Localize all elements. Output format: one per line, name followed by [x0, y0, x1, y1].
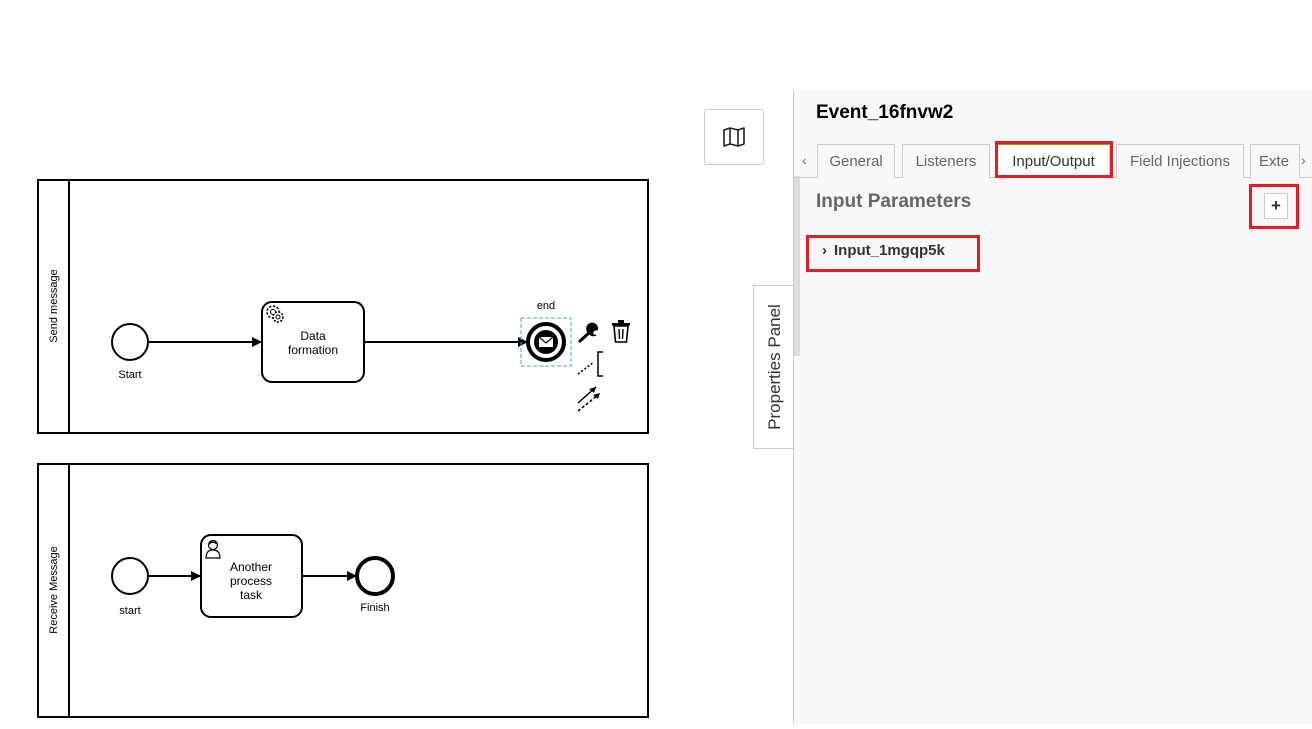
task-label-line: Data [300, 329, 326, 343]
envelope-icon [538, 336, 554, 347]
task-label-line: process [230, 574, 272, 588]
highlight-box [995, 141, 1113, 178]
highlight-box [806, 235, 980, 272]
tab-label: Exte [1259, 153, 1290, 170]
panel-scrollbar[interactable] [794, 176, 800, 356]
chevron-right-icon[interactable]: › [1301, 152, 1306, 168]
properties-panel-toggle[interactable]: Properties Panel [753, 285, 795, 449]
task-label-line: formation [288, 343, 338, 357]
start-event-label: start [119, 605, 140, 617]
tab-field-injections[interactable]: Field Injections [1116, 144, 1244, 178]
end-event[interactable] [355, 556, 395, 596]
user-task[interactable]: Another process task [200, 534, 303, 618]
task-label-line: task [240, 588, 263, 602]
chevron-left-icon[interactable]: ‹ [802, 152, 807, 168]
map-icon [723, 127, 745, 147]
highlight-box [1249, 184, 1299, 229]
service-task[interactable]: Data formation [261, 301, 365, 383]
element-id-title: Event_16fnvw2 [816, 102, 954, 123]
tab-general[interactable]: General [817, 144, 895, 178]
end-event-label: Finish [360, 602, 389, 614]
start-event-label: Start [118, 369, 141, 381]
start-event[interactable] [111, 323, 149, 361]
tab-extensions[interactable]: Exte [1250, 144, 1300, 178]
tab-listeners[interactable]: Listeners [902, 144, 990, 178]
end-event-label: end [537, 300, 555, 312]
section-title: Input Parameters [816, 191, 972, 212]
tab-label: Field Injections [1129, 153, 1231, 170]
end-event-message[interactable] [526, 322, 566, 362]
start-event[interactable] [111, 557, 149, 595]
properties-panel: Event_16fnvw2 ‹ General Listeners Input/… [793, 90, 1312, 724]
task-label-line: Another [230, 560, 272, 574]
tab-label: General [829, 153, 883, 170]
tab-label: Listeners [915, 153, 977, 170]
minimap-toggle-button[interactable] [704, 109, 764, 165]
pool-label-receive: Receive Message [48, 546, 60, 633]
properties-panel-toggle-label: Properties Panel [764, 304, 784, 430]
pool-label-send: Send message [48, 269, 60, 342]
